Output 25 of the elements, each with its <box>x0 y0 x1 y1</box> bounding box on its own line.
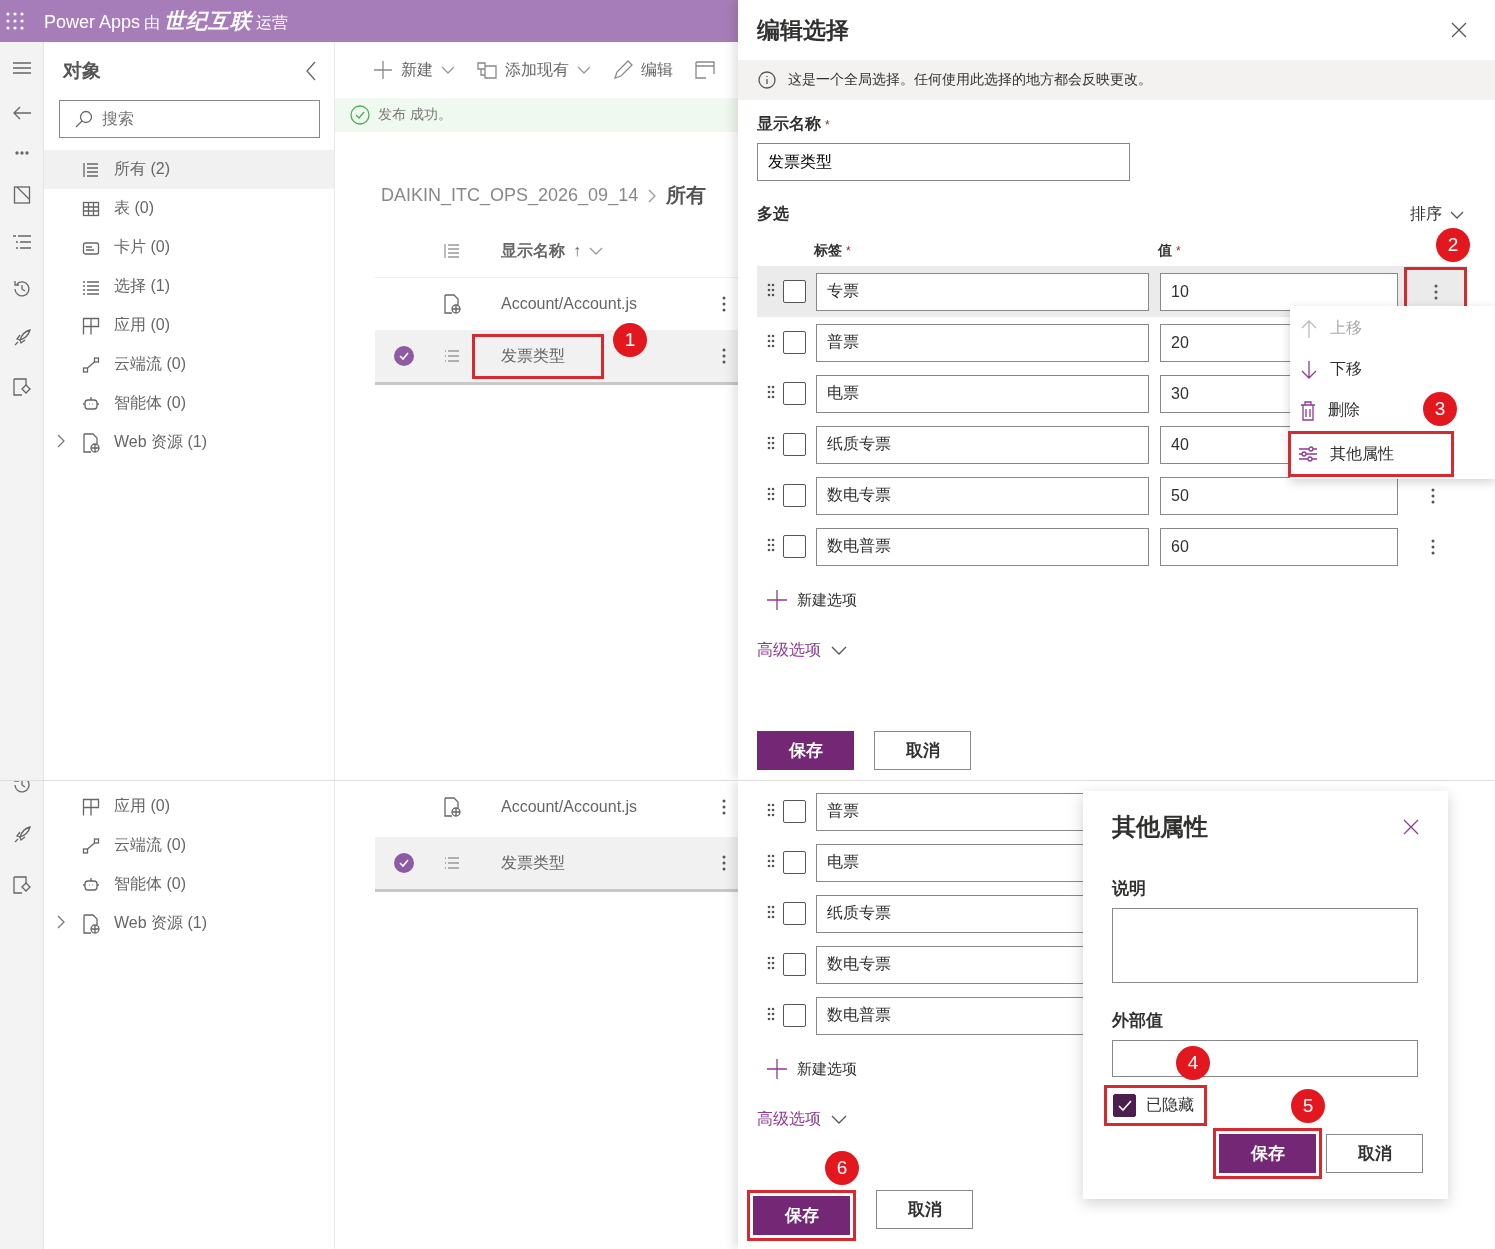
step-badge: 1 <box>613 322 647 357</box>
step-badge: 6 <box>825 1151 859 1185</box>
table-cell-text: Account/Account.js <box>501 295 639 313</box>
success-message: 发布 成功。 <box>378 106 452 124</box>
operator-label: 运营 <box>256 13 289 33</box>
section-label: 多选 <box>757 204 789 224</box>
panel-title: 编辑选择 <box>757 15 849 45</box>
app-title: Power Apps <box>44 12 141 33</box>
step-badge: 2 <box>1436 227 1470 262</box>
operator-logo: 世纪互联 <box>164 8 253 34</box>
operator-label: 由 <box>144 13 161 33</box>
table-cell-text: 发票类型 <box>501 852 566 873</box>
table-cell-text: Account/Account.js <box>501 798 639 816</box>
required-mark: * <box>846 244 851 258</box>
required-mark: * <box>825 118 830 132</box>
info-message: 这是一个全局选择。任何使用此选择的地方都会反映更改。 <box>788 71 1152 89</box>
checkbox-label: 已隐藏 <box>1146 1095 1194 1115</box>
field-label: 显示名称 <box>757 115 821 132</box>
step-badge: 3 <box>1423 392 1457 426</box>
table-cell-text: 发票类型 <box>500 345 566 366</box>
sidebar-title: 对象 <box>63 59 101 83</box>
column-header: 值 <box>1158 242 1172 258</box>
column-header: 标签 <box>814 242 842 258</box>
step-badge: 5 <box>1291 1089 1325 1123</box>
required-mark: * <box>1176 244 1181 258</box>
